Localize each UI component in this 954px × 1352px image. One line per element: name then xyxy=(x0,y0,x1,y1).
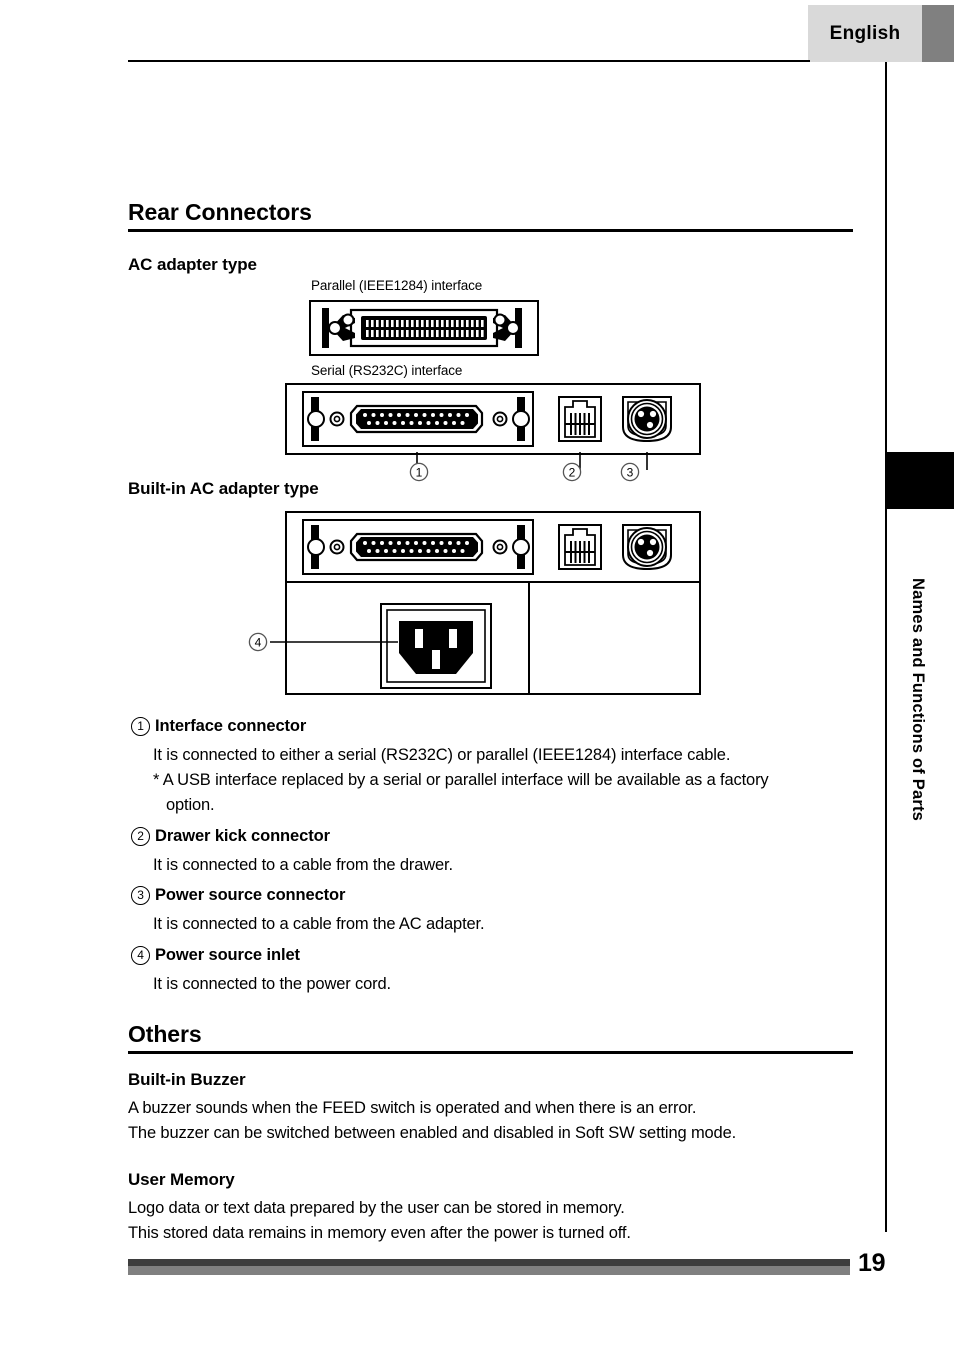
circled-number-2-icon: 2 xyxy=(131,827,150,846)
section-rule-rear-connectors xyxy=(128,229,853,232)
connector-item-1-line-3: option. xyxy=(166,796,215,814)
callout-4-marker: 4 xyxy=(248,632,268,652)
callout-4-leader xyxy=(248,632,400,652)
connector-item-3-line-1: It is connected to a cable from the AC a… xyxy=(153,915,485,933)
language-tab-label: English xyxy=(829,22,901,44)
language-tab: English xyxy=(808,5,922,62)
ac-adapter-rear-panel-diagram xyxy=(285,383,701,455)
subsection-title-builtin-buzzer: Built-in Buzzer xyxy=(128,1070,246,1089)
svg-text:3: 3 xyxy=(627,465,634,479)
svg-text:1: 1 xyxy=(416,465,423,479)
parallel-connector-diagram xyxy=(309,300,539,356)
subsection-title-user-memory: User Memory xyxy=(128,1170,235,1189)
svg-text:4: 4 xyxy=(255,635,262,649)
connector-item-3-label: Power source connector xyxy=(155,886,346,904)
page-number: 19 xyxy=(858,1249,886,1277)
section-rule-others xyxy=(128,1051,853,1054)
user-memory-line-2: This stored data remains in memory even … xyxy=(128,1224,631,1242)
serial-interface-label: Serial (RS232C) interface xyxy=(311,363,463,378)
subsection-title-builtin-ac-adapter-type: Built-in AC adapter type xyxy=(128,479,319,498)
builtin-buzzer-line-2: The buzzer can be switched between enabl… xyxy=(128,1124,737,1142)
chapter-tab-label: Names and Functions of Parts xyxy=(909,578,927,822)
section-title-others: Others xyxy=(128,1021,202,1047)
connector-item-4-heading: 4 Power source inlet xyxy=(131,946,300,965)
circled-number-4-icon: 4 xyxy=(131,946,150,965)
connector-item-4-line-1: It is connected to the power cord. xyxy=(153,975,391,993)
connector-item-2-label: Drawer kick connector xyxy=(155,827,330,845)
connector-item-3-heading: 3 Power source connector xyxy=(131,886,345,905)
svg-text:2: 2 xyxy=(569,465,576,479)
language-tab-edge-block xyxy=(922,5,954,62)
connector-item-2-heading: 2 Drawer kick connector xyxy=(131,827,330,846)
connector-item-4-label: Power source inlet xyxy=(155,946,300,964)
user-memory-line-1: Logo data or text data prepared by the u… xyxy=(128,1199,625,1217)
section-title-rear-connectors: Rear Connectors xyxy=(128,199,312,225)
connector-item-1-label: Interface connector xyxy=(155,717,307,735)
builtin-ac-adapter-panel-diagram xyxy=(285,511,701,695)
header-rule xyxy=(128,60,810,62)
connector-item-1-line-1: It is connected to either a serial (RS23… xyxy=(153,746,731,764)
chapter-tab-marker xyxy=(887,452,954,509)
callout-3-marker: 3 xyxy=(620,462,640,482)
footer-rule-light xyxy=(128,1266,850,1275)
connector-item-1-heading: 1 Interface connector xyxy=(131,717,306,736)
callout-1-marker: 1 xyxy=(409,462,429,482)
circled-number-3-icon: 3 xyxy=(131,886,150,905)
callout-2-marker: 2 xyxy=(562,462,582,482)
footer-rule-dark xyxy=(128,1259,850,1266)
subsection-title-ac-adapter-type: AC adapter type xyxy=(128,255,257,274)
connector-item-1-line-2: * A USB interface replaced by a serial o… xyxy=(153,771,769,789)
circled-number-1-icon: 1 xyxy=(131,717,150,736)
parallel-interface-label: Parallel (IEEE1284) interface xyxy=(311,278,483,293)
builtin-buzzer-line-1: A buzzer sounds when the FEED switch is … xyxy=(128,1099,697,1117)
connector-item-2-line-1: It is connected to a cable from the draw… xyxy=(153,856,453,874)
